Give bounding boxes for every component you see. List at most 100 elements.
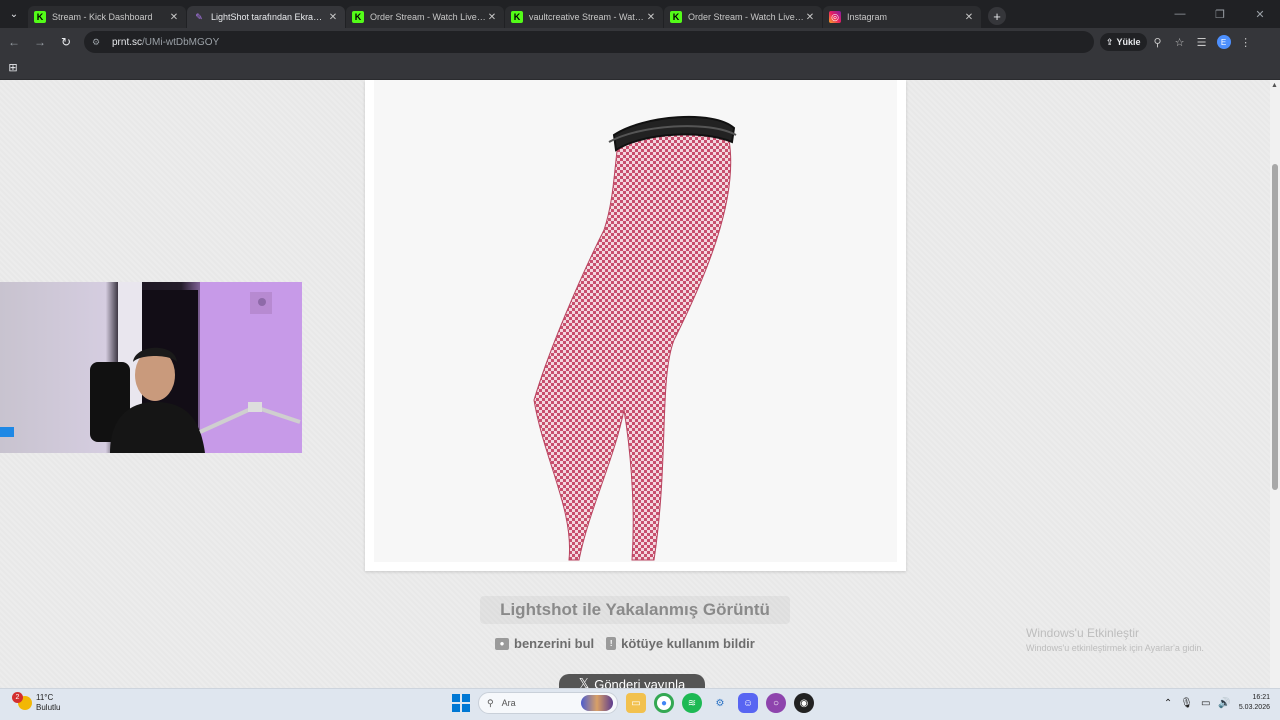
maximize-button[interactable]: ❐ [1200,0,1240,28]
weather-sun-icon: 2 [12,692,32,710]
upload-label: Yükle [1116,37,1141,47]
tab-title: Order Stream - Watch Live on Kick [688,12,804,22]
microphone-icon[interactable]: 🎙 [1180,698,1193,709]
page-caption: Lightshot ile Yakalanmış Görüntü [480,596,790,624]
chevron-up-icon[interactable]: ⌃ [1164,698,1172,709]
obs-icon[interactable]: ◉ [794,693,814,713]
kick-icon: K [352,11,364,23]
arrow-left-icon: ← [8,35,20,49]
settings-gear-icon[interactable]: ⚙ [710,693,730,713]
scroll-up-icon[interactable]: ▲ [1271,82,1278,89]
new-tab-button[interactable]: + [988,7,1006,25]
close-icon[interactable]: ✕ [327,12,339,23]
weather-temp: 11°C [36,693,54,702]
tab-title: LightShot tarafından Ekran Görüntüsü [211,12,327,22]
address-host: prnt.sc [112,36,143,48]
tab-title: Stream - Kick Dashboard [52,12,153,22]
star-icon: ☆ [1174,36,1185,49]
minimize-button[interactable]: — [1160,0,1200,28]
instagram-icon: ◎ [829,11,841,23]
close-icon[interactable]: ✕ [804,12,816,23]
bookmark-button[interactable]: ☆ [1169,31,1191,53]
weather-widget[interactable]: 2 11°C Bulutlu [12,692,60,713]
tab-vaultcreative-stream[interactable]: K vaultcreative Stream - Watch Live on K… [505,6,663,28]
chrome-icon[interactable]: ● [654,693,674,713]
windows-taskbar: 2 11°C Bulutlu ⚲ Ara ▭ ● ≋ ⚙ ☺ ○ ◉ ⌃ 🎙 ▭… [0,688,1280,720]
taskbar-search[interactable]: ⚲ Ara [478,692,618,714]
address-bar[interactable]: ⚙ prnt.sc/UMi-wtDbMGOY [84,31,1094,53]
tab-title: vaultcreative Stream - Watch Live on Kic… [529,12,645,22]
reload-icon: ↻ [60,35,72,49]
report-icon: ! [606,637,617,650]
reading-list-button[interactable]: ☰ [1191,31,1213,53]
chevron-down-icon: ⌄ [9,8,19,20]
close-icon[interactable]: ✕ [963,12,975,23]
tab-order-stream-2[interactable]: K Order Stream - Watch Live on Kick ✕ [664,6,822,28]
search-placeholder: Ara [501,698,516,708]
taskbar-apps: ⚲ Ara ▭ ● ≋ ⚙ ☺ ○ ◉ [452,692,814,714]
volume-icon[interactable]: 🔊 [1218,698,1230,709]
close-window-button[interactable]: ✕ [1240,0,1280,28]
find-similar-link[interactable]: ● benzerini bul [495,636,594,651]
close-icon[interactable]: ✕ [168,12,180,23]
tab-instagram[interactable]: ◎ Instagram ✕ [823,6,981,28]
tab-title: Order Stream - Watch Live on Kick [370,12,486,22]
forward-button[interactable]: → [28,30,52,54]
profile-avatar[interactable]: E [1216,35,1231,49]
upload-button[interactable]: ⇪ Yükle [1100,33,1147,51]
back-button[interactable]: ← [2,30,26,54]
taskbar-clock[interactable]: 16:21 5.03.2026 [1239,693,1270,713]
address-path: /UMi-wtDbMGOY [142,36,220,48]
plus-icon: + [993,8,1001,24]
bookmarks-bar: ⊞ [0,56,1280,80]
windows-activation-watermark: Windows'u Etkinleştir Windows'u etkinleş… [1026,626,1204,653]
post-tweet-button[interactable]: 𝕏 Gönderi yayınla [559,674,705,688]
weather-desc: Bulutlu [36,703,61,712]
upload-icon: ⇪ [1106,36,1114,47]
start-button[interactable] [452,694,470,712]
close-icon[interactable]: ✕ [486,12,498,23]
tab-strip: ⌄ K Stream - Kick Dashboard ✕ ✎ LightSho… [0,0,1280,28]
page-scrollbar[interactable]: ▲ [1270,80,1280,688]
discord-icon[interactable]: ☺ [738,693,758,713]
menu-button[interactable]: ⋮ [1235,31,1257,53]
zoom-button[interactable]: ⚲ [1147,31,1169,53]
report-abuse-label: kötüye kullanım bildir [621,636,755,651]
weather-text: 11°C Bulutlu [36,693,60,713]
more-vert-icon: ⋮ [1240,36,1252,49]
screenshot-card [365,80,906,571]
tab-kick-dashboard[interactable]: K Stream - Kick Dashboard ✕ [28,6,186,28]
post-tweet-label: Gönderi yayınla [594,676,686,689]
tab-order-stream[interactable]: K Order Stream - Watch Live on Kick ✕ [346,6,504,28]
close-icon[interactable]: ✕ [645,12,657,23]
profile-initial: E [1220,37,1227,47]
display-icon[interactable]: ▭ [1201,698,1210,709]
keffiyeh-image [533,115,737,561]
file-explorer-icon[interactable]: ▭ [626,693,646,713]
app-ring-icon[interactable]: ○ [766,693,786,713]
kick-icon: K [670,11,682,23]
arrow-right-icon: → [34,35,46,49]
site-info-icon[interactable]: ⚙ [92,37,106,48]
search-highlight-art [581,695,613,711]
tab-title: Instagram [847,12,888,22]
system-tray: ⌃ 🎙 ▭ 🔊 16:21 5.03.2026 [1164,693,1270,713]
action-links: ● benzerini bul ! kötüye kullanım bildir [495,636,755,651]
tab-search-menu[interactable]: ⌄ [4,4,24,24]
magnifier-icon: ⚲ [1153,36,1162,49]
report-abuse-link[interactable]: ! kötüye kullanım bildir [606,636,755,651]
search-icon: ⚲ [487,697,494,708]
lightshot-icon: ✎ [195,11,203,22]
x-logo-icon: 𝕏 [578,676,590,688]
spotify-icon[interactable]: ≋ [682,693,702,713]
camera-icon: ● [495,637,509,650]
list-icon: ☰ [1196,36,1207,49]
browser-toolbar: ← → ↻ ⚙ prnt.sc/UMi-wtDbMGOY ⇪ Yükle ⚲ ☆… [0,28,1280,56]
apps-grid-icon[interactable]: ⊞ [7,62,19,74]
tab-lightshot[interactable]: ✎ LightShot tarafından Ekran Görüntüsü ✕ [187,6,345,28]
watermark-title: Windows'u Etkinleştir [1026,626,1139,640]
webcam-overlay [0,282,302,453]
scrollbar-thumb[interactable] [1272,164,1278,490]
screenshot-image[interactable] [374,80,897,562]
reload-button[interactable]: ↻ [54,30,78,54]
